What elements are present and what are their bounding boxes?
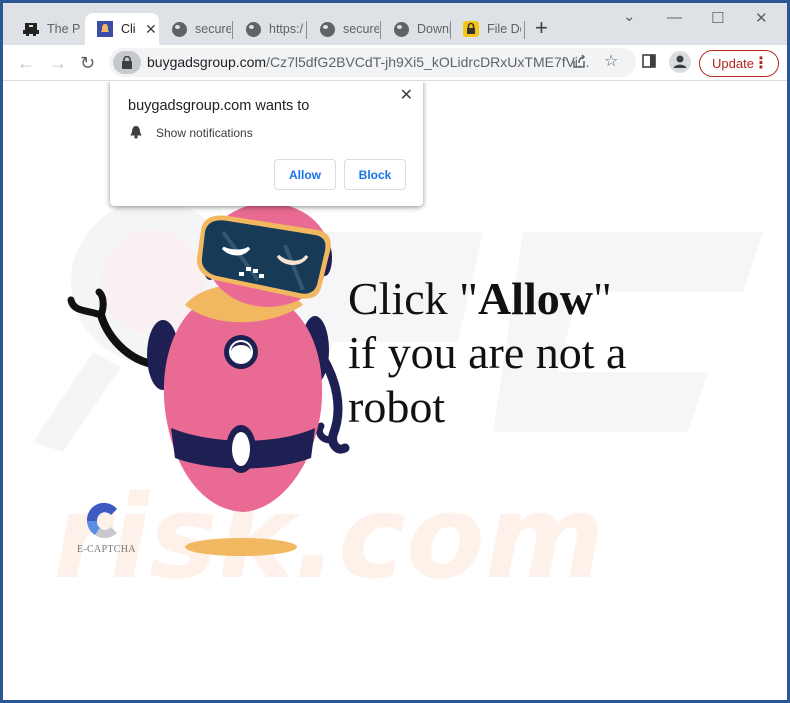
new-tab-button[interactable]: + [535,17,548,39]
printer-icon [23,21,39,37]
tab-label: https:/ [269,22,303,36]
tab-click-allow[interactable]: Cli ✕ [85,13,159,45]
tab-label: The Pi [47,22,81,36]
tab-strip: The Pi Cli ✕ secure https:/ secure Downl [3,3,787,45]
tab-search-icon[interactable]: ⌄ [623,7,636,25]
ecaptcha-logo-icon [86,502,117,539]
share-icon[interactable] [571,53,587,74]
headline-line-3: robot [348,381,446,432]
popup-title: buygadsgroup.com wants to [128,98,310,114]
tab-the-pirate[interactable]: The Pi [11,13,85,45]
tab-https[interactable]: https:/ [233,13,307,45]
headline-line-1: Click "Allow" [348,273,612,324]
browser-window: The Pi Cli ✕ secure https:/ secure Downl [3,3,787,700]
globe-icon [171,21,187,37]
side-panel-icon[interactable] [642,54,656,73]
tab-file-download[interactable]: File Dc [451,13,525,45]
tab-label: secure [343,22,379,36]
popup-close-icon[interactable]: ✕ [400,85,413,105]
globe-icon [245,21,261,37]
back-button[interactable]: ← [17,51,35,75]
tab-secure-1[interactable]: secure [159,13,233,45]
tab-download[interactable]: Downl [381,13,451,45]
notification-permission-popup: buygadsgroup.com wants to ✕ Show notific… [110,82,423,206]
globe-icon [319,21,335,37]
browser-toolbar: ← → ↻ buygadsgroup.com/Cz7l5dfG2BVCdT-jh… [3,45,787,81]
globe-icon [393,21,409,37]
update-button[interactable]: Update ⋮ [699,50,779,77]
permission-text: Show notifications [156,126,253,140]
bookmark-star-icon[interactable]: ☆ [604,51,618,71]
profile-avatar-icon[interactable] [669,51,691,78]
tab-label: File Dc [487,22,521,36]
bell-favicon-icon [97,21,113,37]
forward-button[interactable]: → [49,51,67,75]
headline: Click "Allow" if you are not a robot [348,272,626,434]
lock-favicon-icon [463,21,479,37]
tab-close-icon[interactable]: ✕ [145,21,157,38]
ecaptcha-label: E-CAPTCHA [77,544,136,555]
headline-line-2: if you are not a [348,327,627,378]
tab-label: Cli [121,22,136,36]
maximize-button[interactable]: ☐ [711,9,724,27]
menu-kebab-icon[interactable]: ⋮ [753,53,769,73]
url-text[interactable]: buygadsgroup.com/Cz7l5dfG2BVCdT-jh9Xi5_k… [147,54,590,70]
lock-icon[interactable] [113,51,141,74]
bell-icon [129,125,143,144]
reload-button[interactable]: ↻ [80,51,95,75]
tab-secure-2[interactable]: secure [307,13,381,45]
block-button[interactable]: Block [344,159,406,190]
address-bar[interactable]: buygadsgroup.com/Cz7l5dfG2BVCdT-jh9Xi5_k… [109,48,636,77]
minimize-button[interactable]: — [667,9,682,26]
close-window-button[interactable]: ✕ [755,9,768,27]
page-content: risk.com E-CAPTCHA Click "Allow" if you … [3,82,787,700]
tab-label: secure [195,22,231,36]
allow-button[interactable]: Allow [274,159,336,190]
tab-label: Downl [417,22,451,36]
